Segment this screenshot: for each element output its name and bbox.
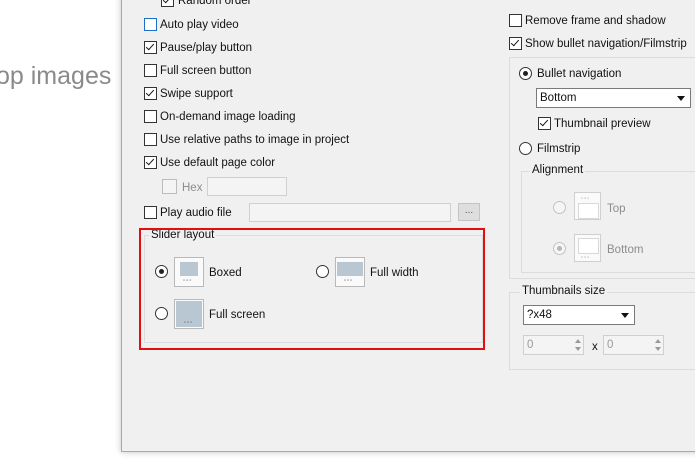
size-times-label: x xyxy=(592,341,598,353)
hex-input[interactable] xyxy=(207,177,287,196)
relative-paths-label: Use relative paths to image in project xyxy=(160,134,350,146)
remove-frame-checkbox[interactable] xyxy=(509,14,522,27)
spin-up-icon[interactable] xyxy=(655,339,661,343)
show-nav-label: Show bullet navigation/Filmstrip xyxy=(525,38,687,50)
on-demand-loading-checkbox[interactable] xyxy=(144,110,157,123)
thumbnail-preview-checkbox[interactable] xyxy=(538,117,551,130)
thumbnail-width-value: 0 xyxy=(527,339,534,351)
alignment-group xyxy=(521,171,695,273)
spin-up-icon[interactable] xyxy=(575,339,581,343)
align-top-icon: ▫▫▫ xyxy=(574,192,601,220)
chevron-down-icon xyxy=(677,96,685,101)
bullet-position-value: Bottom xyxy=(540,92,577,104)
relative-paths-checkbox[interactable] xyxy=(144,133,157,146)
default-page-color-label: Use default page color xyxy=(160,157,276,169)
thumbnail-size-select[interactable]: ?x48 xyxy=(523,305,635,325)
bullet-position-select[interactable]: Bottom xyxy=(536,88,691,108)
audio-file-input[interactable] xyxy=(249,203,451,222)
align-bottom-radio[interactable] xyxy=(553,242,566,255)
background-page-text: op images xyxy=(0,62,112,90)
spin-down-icon[interactable] xyxy=(575,347,581,351)
thumbnail-preview-label: Thumbnail preview xyxy=(554,118,651,130)
chevron-down-icon xyxy=(621,313,629,318)
spin-down-icon[interactable] xyxy=(655,347,661,351)
alignment-title: Alignment xyxy=(530,164,586,176)
full-screen-button-checkbox[interactable] xyxy=(144,64,157,77)
hex-color-swatch[interactable] xyxy=(162,179,177,194)
swipe-support-label: Swipe support xyxy=(160,88,233,100)
on-demand-loading-label: On-demand image loading xyxy=(160,111,296,123)
align-bottom-label: Bottom xyxy=(607,244,644,256)
bullet-navigation-radio[interactable] xyxy=(519,67,532,80)
pause-play-button-checkbox[interactable] xyxy=(144,41,157,54)
show-nav-checkbox[interactable] xyxy=(509,37,522,50)
filmstrip-label: Filmstrip xyxy=(537,143,581,155)
random-order-checkbox[interactable] xyxy=(161,0,174,7)
browse-audio-button[interactable]: ... xyxy=(458,203,480,221)
thumbnail-width-spinner[interactable]: 0 xyxy=(523,335,584,355)
thumbnail-size-value: ?x48 xyxy=(527,309,552,321)
thumbnails-size-title: Thumbnails size xyxy=(520,285,608,297)
thumbnail-height-value: 0 xyxy=(607,339,614,351)
full-screen-button-label: Full screen button xyxy=(160,65,252,77)
thumbnail-height-spinner[interactable]: 0 xyxy=(603,335,664,355)
filmstrip-radio[interactable] xyxy=(519,142,532,155)
auto-play-video-label: Auto play video xyxy=(160,19,239,31)
bullet-navigation-label: Bullet navigation xyxy=(537,68,622,80)
auto-play-video-checkbox[interactable] xyxy=(144,18,157,31)
play-audio-file-label: Play audio file xyxy=(160,207,232,219)
align-bottom-icon: ▫▫▫ xyxy=(574,234,601,262)
play-audio-file-checkbox[interactable] xyxy=(144,206,157,219)
default-page-color-checkbox[interactable] xyxy=(144,156,157,169)
swipe-support-checkbox[interactable] xyxy=(144,87,157,100)
align-top-radio[interactable] xyxy=(553,201,566,214)
thumbnails-size-group xyxy=(509,292,695,370)
pause-play-button-label: Pause/play button xyxy=(160,42,253,54)
hex-label: Hex xyxy=(182,182,203,194)
slider-layout-highlight xyxy=(139,228,485,350)
remove-frame-label: Remove frame and shadow xyxy=(525,15,666,27)
align-top-label: Top xyxy=(607,203,626,215)
random-order-label: Random order xyxy=(178,0,252,7)
